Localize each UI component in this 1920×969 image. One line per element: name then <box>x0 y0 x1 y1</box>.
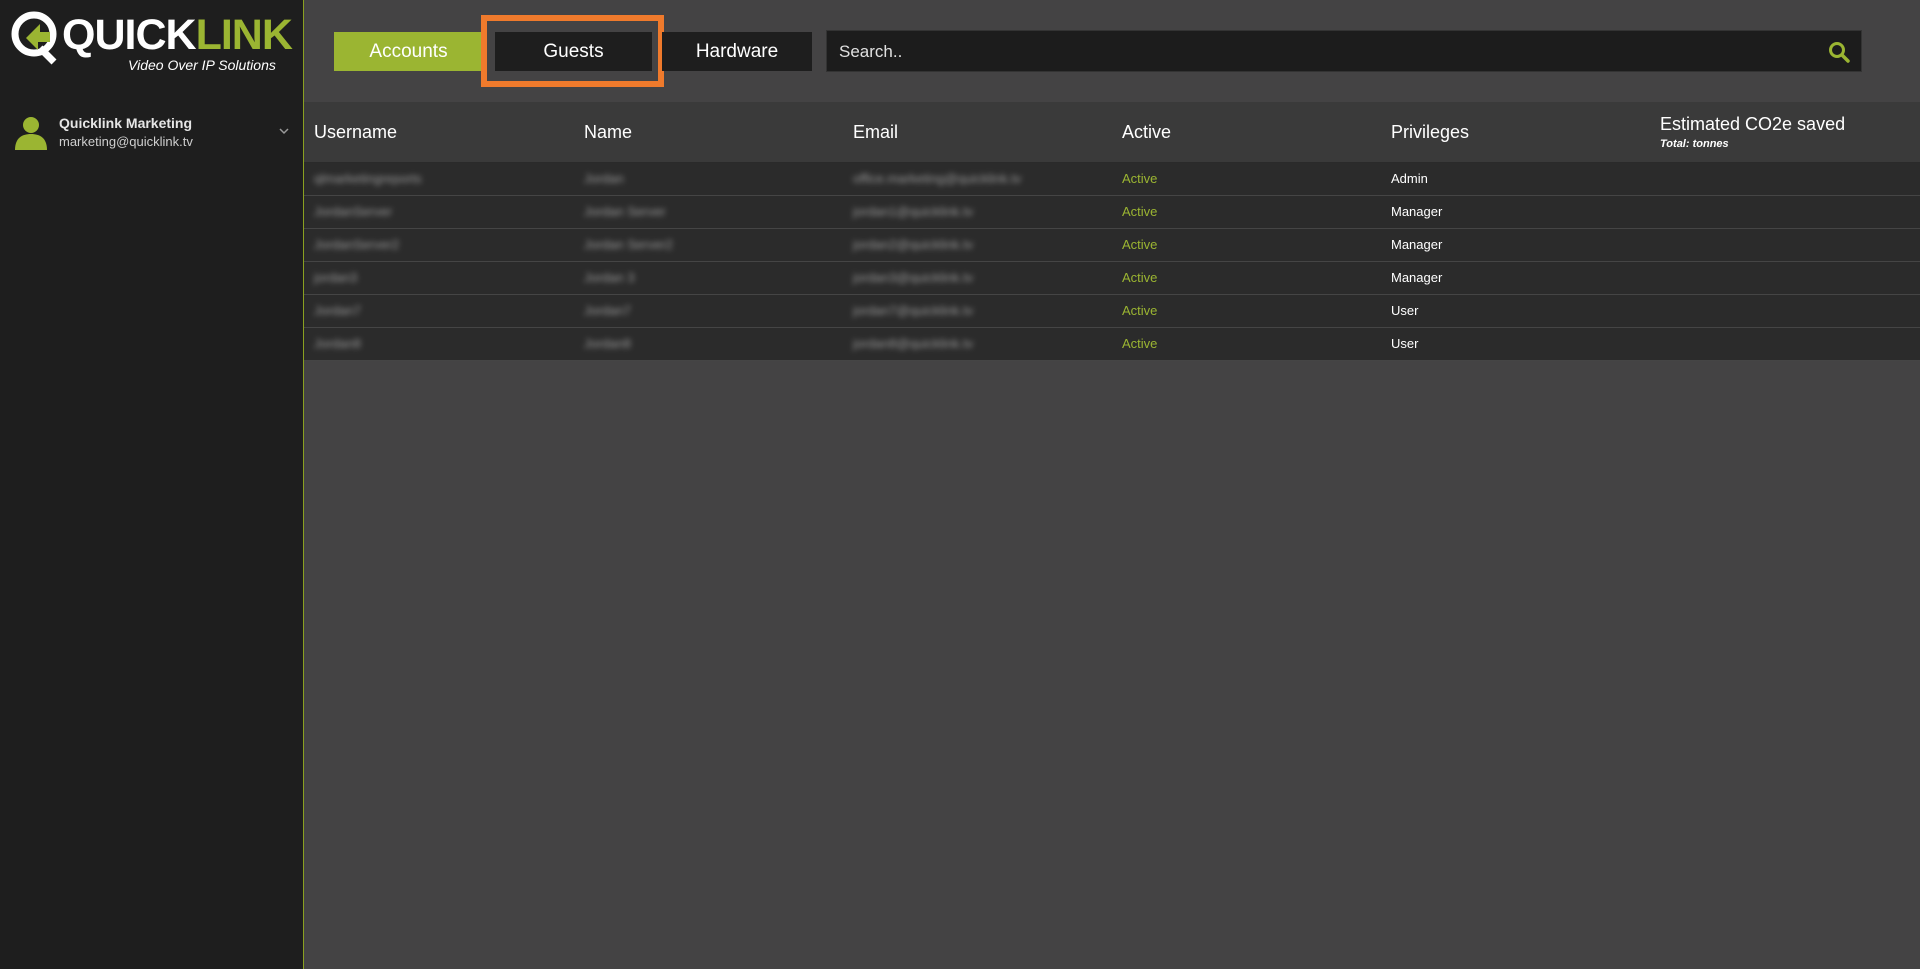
column-header-username[interactable]: Username <box>314 122 397 143</box>
table-row[interactable]: Jordan7 Jordan7 jordan7@quicklink.tv Act… <box>304 295 1920 328</box>
table-row[interactable]: jordan3 Jordan 3 jordan3@quicklink.tv Ac… <box>304 262 1920 295</box>
cell-privileges: Admin <box>1391 171 1428 186</box>
column-header-name[interactable]: Name <box>584 122 632 143</box>
logo-tagline: Video Over IP Solutions <box>128 57 276 73</box>
table-header: Username Name Email Active Privileges Es… <box>304 102 1920 163</box>
logo-link-text: LINK <box>195 11 293 59</box>
user-avatar-icon <box>15 117 47 150</box>
search-icon[interactable] <box>1827 40 1851 64</box>
cell-privileges: User <box>1391 336 1419 351</box>
table-row[interactable]: qlmarketingreports Jordan office.marketi… <box>304 163 1920 196</box>
table-row[interactable]: Jordan8 Jordan8 jordan8@quicklink.tv Act… <box>304 328 1920 361</box>
user-menu[interactable]: Quicklink Marketing marketing@quicklink.… <box>10 112 295 156</box>
cell-username: jordan3 <box>314 270 358 285</box>
cell-username: JordanServer <box>314 204 393 219</box>
cell-username: qlmarketingreports <box>314 171 422 186</box>
cell-active: Active <box>1122 336 1158 351</box>
column-header-co2[interactable]: Estimated CO2e saved <box>1660 114 1845 135</box>
cell-email: jordan8@quicklink.tv <box>853 336 974 351</box>
cell-email: jordan7@quicklink.tv <box>853 303 974 318</box>
tab-accounts[interactable]: Accounts <box>334 32 483 71</box>
cell-name: Jordan Server <box>584 204 666 219</box>
table-row[interactable]: JordanServer Jordan Server jordan1@quick… <box>304 196 1920 229</box>
cell-active: Active <box>1122 204 1158 219</box>
cell-privileges: Manager <box>1391 237 1443 252</box>
search-bar <box>826 30 1862 73</box>
cell-privileges: User <box>1391 303 1419 318</box>
tab-guests[interactable]: Guests <box>495 32 652 71</box>
column-header-active[interactable]: Active <box>1122 122 1171 143</box>
cell-email: jordan3@quicklink.tv <box>853 270 974 285</box>
cell-name: Jordan 3 <box>584 270 635 285</box>
cell-name: Jordan8 <box>584 336 631 351</box>
cell-active: Active <box>1122 303 1158 318</box>
user-email: marketing@quicklink.tv <box>59 134 193 149</box>
cell-email: jordan2@quicklink.tv <box>853 237 974 252</box>
logo-quick-text: QUICK <box>62 11 197 59</box>
logo-wordmark: QUICKLINK <box>62 11 293 59</box>
cell-email: office.marketing@quicklink.tv <box>853 171 1022 186</box>
chevron-down-icon[interactable] <box>279 124 289 138</box>
cell-username: Jordan7 <box>314 303 361 318</box>
cell-active: Active <box>1122 237 1158 252</box>
table-row[interactable]: JordanServer2 Jordan Server2 jordan2@qui… <box>304 229 1920 262</box>
cell-email: jordan1@quicklink.tv <box>853 204 974 219</box>
cell-name: Jordan Server2 <box>584 237 673 252</box>
cell-username: Jordan8 <box>314 336 361 351</box>
cell-active: Active <box>1122 171 1158 186</box>
logo-q-icon <box>11 11 57 65</box>
cell-name: Jordan7 <box>584 303 631 318</box>
cell-privileges: Manager <box>1391 204 1443 219</box>
tab-hardware[interactable]: Hardware <box>662 32 812 71</box>
cell-username: JordanServer2 <box>314 237 400 252</box>
co2-total-label: Total: tonnes <box>1660 138 1729 150</box>
search-input[interactable] <box>837 31 1801 73</box>
column-header-privileges[interactable]: Privileges <box>1391 122 1469 143</box>
accounts-table-body: qlmarketingreports Jordan office.marketi… <box>304 163 1920 361</box>
column-header-email[interactable]: Email <box>853 122 898 143</box>
cell-active: Active <box>1122 270 1158 285</box>
user-name: Quicklink Marketing <box>59 115 193 131</box>
cell-name: Jordan <box>584 171 624 186</box>
cell-privileges: Manager <box>1391 270 1443 285</box>
quicklink-logo[interactable]: QUICKLINK Video Over IP Solutions <box>10 8 293 78</box>
sidebar: QUICKLINK Video Over IP Solutions Quickl… <box>0 0 304 969</box>
